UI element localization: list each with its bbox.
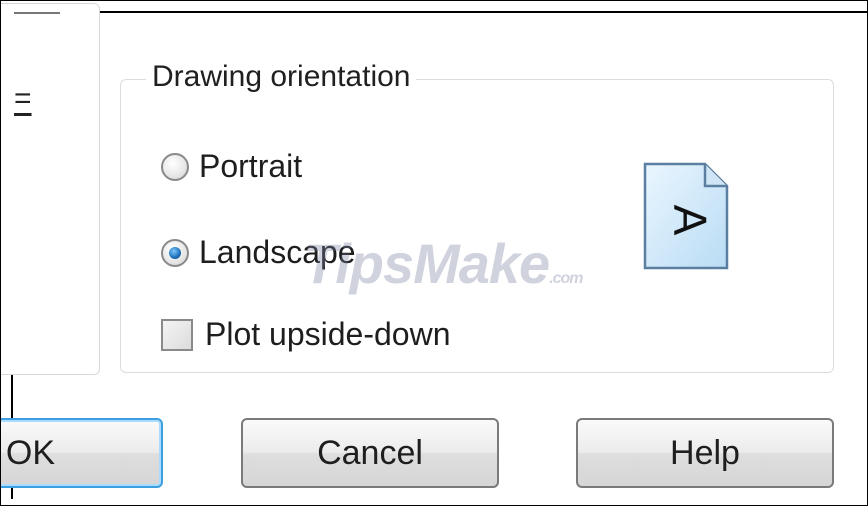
plot-upside-down-checkbox[interactable] [161, 318, 193, 351]
watermark-suffix: .com [549, 270, 583, 287]
page-icon-letter: A [664, 205, 716, 236]
landscape-radio[interactable] [161, 238, 189, 267]
portrait-option[interactable]: Portrait [161, 148, 302, 185]
watermark-main: TipsMake [303, 232, 550, 295]
cancel-button[interactable]: Cancel [241, 418, 499, 488]
left-panel-label-fragment: = [14, 82, 32, 115]
page-landscape-icon: A [641, 160, 731, 272]
plot-upside-down-label: Plot upside-down [205, 316, 451, 352]
portrait-label: Portrait [199, 148, 303, 184]
left-panel: = [1, 3, 100, 375]
plot-upside-down-option[interactable]: Plot upside-down [161, 316, 450, 353]
help-button[interactable]: Help [576, 418, 834, 488]
plot-dialog: = Drawing orientation Portrait Landscape… [1, 3, 867, 499]
left-panel-divider [14, 4, 60, 14]
drawing-orientation-group: Drawing orientation Portrait Landscape P… [120, 60, 834, 373]
screenshot-frame: = Drawing orientation Portrait Landscape… [0, 0, 868, 506]
portrait-radio[interactable] [161, 152, 189, 181]
watermark: TipsMake.com [303, 231, 584, 296]
group-title: Drawing orientation [146, 60, 417, 94]
ok-button[interactable]: OK [1, 418, 163, 488]
